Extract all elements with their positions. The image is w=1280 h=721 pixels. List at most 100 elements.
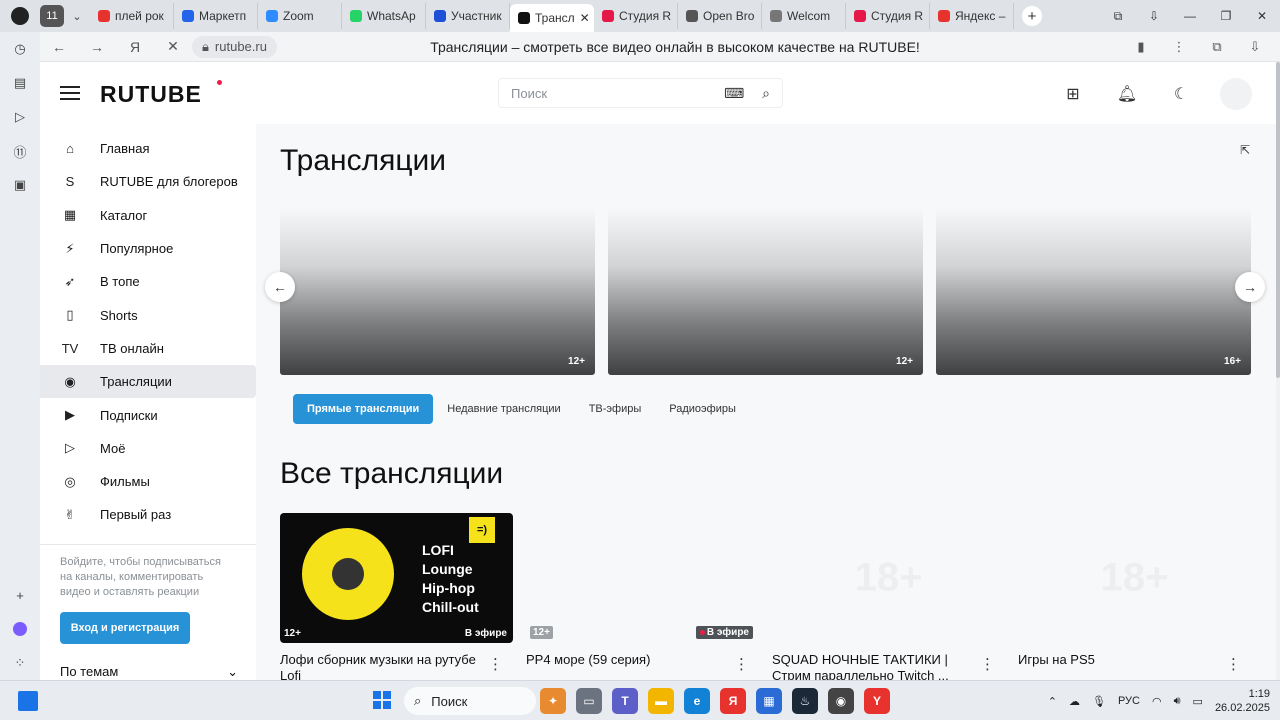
clock[interactable]: 1:19 26.02.2025 [1215,687,1270,715]
login-button[interactable]: Вход и регистрация [60,611,190,644]
tab-counter[interactable]: 11 [40,5,64,27]
sidebar-item[interactable]: ▶ Подписки [40,398,256,431]
obs-icon[interactable]: ◉ [828,688,854,714]
language-indicator[interactable]: РУС [1118,695,1140,707]
close-icon[interactable]: ✕ [1244,9,1280,23]
minimize-icon[interactable]: — [1172,9,1208,23]
browser-tab[interactable]: Zoom [258,3,342,29]
browser-tab[interactable]: плей рок [90,3,174,29]
browser-tab[interactable]: Участник [426,3,510,29]
sidebar-item[interactable]: ◎ Фильмы [40,465,256,498]
more-icon[interactable]: ⋮ [1160,39,1198,55]
stream-card[interactable]: 18+ Игры на PS5 ⋮ [1018,513,1251,680]
topics-toggle[interactable]: По темам ⌄ [60,664,238,680]
profile-icon[interactable] [0,0,40,32]
close-tab-icon[interactable]: ✕ [580,11,590,25]
url-field[interactable]: 🔒︎ rutube.ru [192,35,277,58]
stream-thumbnail[interactable]: 12+ В эфире [526,513,759,643]
taskbar-search[interactable]: ⌕ Поиск [404,687,536,715]
back-icon[interactable]: ← [40,39,78,55]
browser-tab[interactable]: Студия R [594,3,678,29]
battery-icon[interactable]: ▭ [1193,695,1203,708]
filter-tab[interactable]: Радиоэфиры [655,394,750,424]
filter-tab[interactable]: Недавние трансляции [433,394,574,424]
logo[interactable]: RUTUBE [100,81,202,108]
carousel-slide[interactable]: 12+ [608,208,923,375]
sidebar-item[interactable]: ➶ В топе [40,265,256,298]
stream-title[interactable]: Лофи сборник музыки на рутубе Lofi [280,652,513,680]
stream-thumbnail[interactable]: 18+ [1018,513,1251,643]
task-view-icon[interactable]: ▭ [576,688,602,714]
edge-icon[interactable]: e [684,688,710,714]
sidebar-item[interactable]: ⌂ Главная [40,132,256,165]
collections-icon[interactable]: ▤ [0,66,40,100]
browser-tab[interactable]: Студия R [846,3,930,29]
extensions-icon[interactable]: ⧉ [1198,39,1236,55]
maximize-icon[interactable]: ❐ [1208,9,1244,23]
forward-icon[interactable]: → [78,39,116,55]
stream-title[interactable]: PP4 море (59 серия) [526,652,759,680]
scrollbar[interactable] [1276,62,1280,680]
bell-icon[interactable]: 🔔︎ [1112,79,1142,109]
yandex-browser-icon[interactable]: Y [864,688,890,714]
stop-icon[interactable]: ✕ [154,38,192,55]
wifi-icon[interactable]: ◠ [1152,695,1162,708]
avatar[interactable] [1220,78,1252,110]
sidebar-item[interactable]: ▦ Каталог [40,199,256,232]
carousel-slide[interactable]: 16+ [936,208,1251,375]
cloud-icon[interactable]: ☁ [1069,695,1080,708]
sidebar-item[interactable]: ◉ Трансляции [40,365,256,399]
search-icon[interactable]: ⌕ [762,85,770,102]
sidebar-item[interactable]: ▯ Shorts [40,298,256,331]
mic-icon[interactable]: 🎙︎ [1092,695,1106,708]
browser-tab[interactable]: Яндекс – [930,3,1014,29]
filter-tab[interactable]: Прямые трансляции [293,394,434,424]
chevron-down-icon[interactable]: ⌄ [64,10,90,23]
more-options-icon[interactable]: ⋮ [734,655,749,673]
stream-title[interactable]: Игры на PS5 [1018,652,1251,680]
yandex-app-icon[interactable]: Я [720,688,746,714]
history-icon[interactable]: ◷ [0,32,40,66]
menu-icon[interactable] [60,86,80,100]
more-options-icon[interactable]: ⋮ [1226,655,1241,673]
steam-icon[interactable]: ♨ [792,688,818,714]
stream-thumbnail[interactable]: =) LOFI Lounge Hip-hop Chill-out 12+ В э… [280,513,513,643]
store-icon[interactable]: ▦ [756,688,782,714]
keyboard-icon[interactable]: ⌨ [724,85,744,102]
counter-icon[interactable]: ⑪ [0,134,40,168]
arrow-right-icon[interactable]: → [1235,272,1265,302]
download-icon[interactable]: ⇩ [1236,39,1274,55]
chevron-up-icon[interactable]: ⌃ [1048,695,1057,708]
explorer-icon[interactable]: ▬ [648,688,674,714]
bookmark-icon[interactable]: ▮ [1122,39,1160,55]
sidebar-item[interactable]: ▷ Моё [40,432,256,465]
sidebar-item[interactable]: ✌ Первый раз [40,498,256,531]
copy-icon[interactable]: ⧉ [1100,9,1136,24]
widget-icon[interactable] [18,691,38,711]
search-input[interactable] [511,85,706,101]
carousel-slide[interactable]: 12+ [280,208,595,375]
filter-tab[interactable]: ТВ-эфиры [575,394,656,424]
more-options-icon[interactable]: ⋮ [488,655,503,673]
stream-title[interactable]: SQUAD НОЧНЫЕ ТАКТИКИ | Стрим параллельно… [772,652,1005,680]
more-options-icon[interactable]: ⋮ [980,655,995,673]
stream-card[interactable]: =) LOFI Lounge Hip-hop Chill-out 12+ В э… [280,513,513,680]
apps-icon[interactable]: ⁘ [0,646,40,680]
browser-tab[interactable]: Open Bro [678,3,762,29]
teams-icon[interactable]: T [612,688,638,714]
play-icon[interactable]: ▷ [0,100,40,134]
browser-tab[interactable]: Трансл ✕ [510,4,594,32]
stream-thumbnail[interactable]: 18+ [772,513,1005,643]
start-icon[interactable] [373,691,391,709]
new-tab-button[interactable]: + [1022,6,1042,26]
volume-icon[interactable]: 🔊︎ [1174,695,1181,708]
browser-tab[interactable]: WhatsAp [342,3,426,29]
alice-icon[interactable] [0,612,40,646]
stream-card[interactable]: 12+ В эфире PP4 море (59 серия) ⋮ [526,513,759,680]
game-app-icon[interactable]: ✦ [540,688,566,714]
browser-tab[interactable]: Маркетп [174,3,258,29]
gallery-icon[interactable]: ▣ [0,168,40,202]
downloads-icon[interactable]: ⇩ [1136,9,1172,23]
sidebar-item[interactable]: S RUTUBE для блогеров [40,165,256,198]
arrow-left-icon[interactable]: ← [265,272,295,302]
